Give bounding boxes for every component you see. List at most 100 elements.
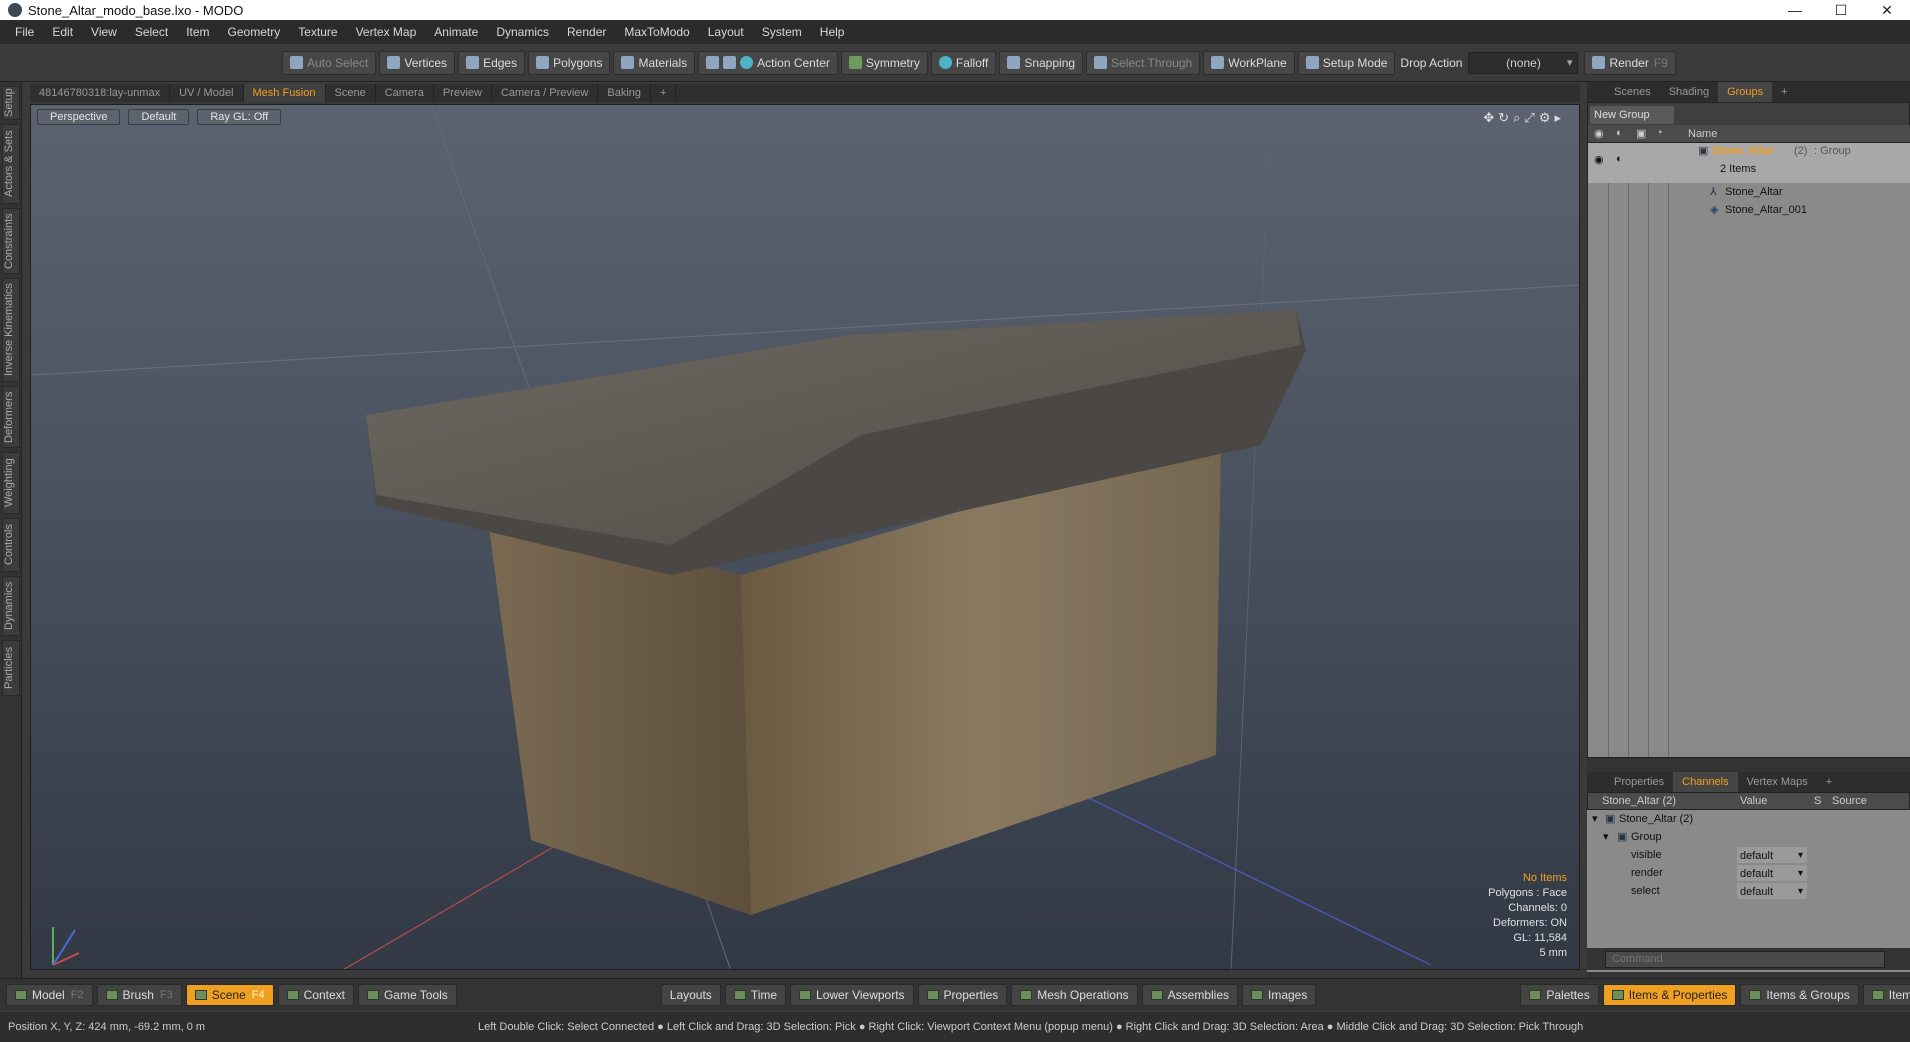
expand-icon[interactable]: ▾ (1603, 828, 1609, 846)
tab-particles[interactable]: Particles (2, 640, 20, 696)
model-layout-button[interactable]: Model F2 (6, 983, 93, 1006)
polygons-button[interactable]: Polygons (528, 50, 611, 75)
group-member-row[interactable]: ◈ Stone_Altar_001 (1588, 201, 1910, 219)
group-row[interactable]: ◉ ◐ ▣ Stone_Altar (2) : Group 2 Items (1588, 143, 1910, 183)
tab-groups[interactable]: Groups (1718, 82, 1773, 102)
menu-item[interactable]: Item (177, 25, 218, 39)
menu-help[interactable]: Help (811, 25, 854, 39)
tab-inverse-kinematics[interactable]: Inverse Kinematics (2, 278, 20, 382)
setup-mode-button[interactable]: Setup Mode (1297, 50, 1396, 75)
tab-lay-unmax[interactable]: 48146780318:lay-unmax (30, 84, 171, 102)
time-button[interactable]: Time (724, 983, 787, 1006)
layouts-button[interactable]: Layouts (660, 983, 721, 1006)
images-button[interactable]: Images (1242, 983, 1317, 1006)
tab-vertex-maps[interactable]: Vertex Maps (1738, 772, 1817, 792)
add-properties-tab-button[interactable]: + (1817, 772, 1841, 792)
tab-actors-sets[interactable]: Actors & Sets (2, 124, 20, 204)
viewport-settings-icon[interactable]: ⚙ (1539, 110, 1555, 125)
menu-animate[interactable]: Animate (425, 25, 487, 39)
lower-viewports-button[interactable]: Lower Viewports (790, 983, 914, 1006)
scene-layout-button[interactable]: Scene F4 (185, 983, 274, 1006)
channel-group-row[interactable]: ▾ ▣ Group (1587, 828, 1910, 846)
menu-system[interactable]: System (753, 25, 811, 39)
add-tab-button[interactable]: + (651, 84, 677, 102)
menu-texture[interactable]: Texture (289, 25, 346, 39)
shading-dropdown[interactable]: Default (128, 109, 190, 125)
brush-layout-button[interactable]: Brush F3 (96, 983, 182, 1006)
symmetry-button[interactable]: Symmetry (840, 50, 928, 75)
workplane-button[interactable]: WorkPlane (1203, 50, 1295, 75)
expand-icon[interactable]: ▾ (1592, 810, 1598, 828)
channel-row-render[interactable]: render default (1587, 864, 1910, 883)
channel-value-dropdown[interactable]: default (1737, 865, 1807, 883)
palettes-button[interactable]: Palettes (1520, 983, 1599, 1006)
tab-baking[interactable]: Baking (598, 84, 652, 102)
tab-shading[interactable]: Shading (1660, 82, 1718, 102)
tab-deformers[interactable]: Deformers (2, 386, 20, 448)
channel-row-visible[interactable]: visible default (1587, 846, 1910, 865)
materials-button[interactable]: Materials (613, 50, 696, 75)
menu-view[interactable]: View (82, 25, 126, 39)
new-group-button[interactable]: New Group (1590, 106, 1674, 124)
mesh-operations-button[interactable]: Mesh Operations (1011, 983, 1138, 1006)
view-type-dropdown[interactable]: Perspective (37, 109, 121, 125)
menu-dynamics[interactable]: Dynamics (487, 25, 558, 39)
viewport-menu-icon[interactable]: ▸ (1554, 110, 1565, 125)
group-render-icon[interactable]: ◐ (1616, 153, 1623, 165)
raygl-toggle[interactable]: Ray GL: Off (197, 109, 282, 125)
menu-render[interactable]: Render (558, 25, 615, 39)
tab-mesh-fusion[interactable]: Mesh Fusion (243, 84, 326, 102)
menu-vertex-map[interactable]: Vertex Map (347, 25, 426, 39)
channel-row-select[interactable]: select default (1587, 882, 1910, 901)
tab-weighting[interactable]: Weighting (2, 452, 20, 514)
action-center-button[interactable]: Action Center (698, 50, 838, 75)
menu-layout[interactable]: Layout (699, 25, 753, 39)
tab-preview[interactable]: Preview (434, 84, 492, 102)
edges-button[interactable]: Edges (458, 50, 526, 75)
menu-select[interactable]: Select (126, 25, 177, 39)
maximize-icon[interactable]: ☐ (1818, 0, 1864, 20)
snapping-button[interactable]: Snapping (999, 50, 1084, 75)
drop-action-select[interactable]: (none) (1468, 51, 1579, 74)
channel-value-dropdown[interactable]: default (1737, 883, 1807, 901)
items-groups-button[interactable]: Items & Groups (1740, 983, 1859, 1006)
tab-camera[interactable]: Camera (376, 84, 434, 102)
tab-scene[interactable]: Scene (326, 84, 376, 102)
vertices-button[interactable]: Vertices (379, 50, 456, 75)
tab-uv-model[interactable]: UV / Model (170, 84, 244, 102)
select-through-button[interactable]: Select Through (1086, 50, 1201, 75)
fit-view-icon[interactable]: ⤢ (1524, 110, 1538, 125)
add-panel-tab-button[interactable]: + (1772, 82, 1796, 102)
tab-scenes[interactable]: Scenes (1605, 82, 1660, 102)
group-member-row[interactable]: ⅄ Stone_Altar (1588, 183, 1910, 201)
channel-value-dropdown[interactable]: default (1737, 847, 1807, 865)
menu-geometry[interactable]: Geometry (219, 25, 290, 39)
tab-dynamics[interactable]: Dynamics (2, 576, 20, 636)
tab-constraints[interactable]: Constraints (2, 208, 20, 274)
render-button[interactable]: Render F9 (1584, 50, 1676, 75)
minimize-icon[interactable]: — (1772, 0, 1818, 20)
group-visibility-icon[interactable]: ◉ (1594, 153, 1604, 166)
menu-file[interactable]: File (6, 25, 43, 39)
context-layout-button[interactable]: Context (277, 983, 354, 1006)
command-input[interactable] (1605, 950, 1885, 968)
menu-edit[interactable]: Edit (43, 25, 82, 39)
menu-maxtomodo[interactable]: MaxToModo (615, 25, 698, 39)
channel-root-row[interactable]: ▾ ▣ Stone_Altar (2) (1587, 810, 1910, 828)
items-properties-button[interactable]: Items & Properties (1602, 983, 1737, 1006)
falloff-button[interactable]: Falloff (930, 50, 997, 75)
game-tools-layout-button[interactable]: Game Tools (357, 983, 457, 1006)
zoom-view-icon[interactable]: ⌕ (1513, 110, 1524, 125)
tab-channels[interactable]: Channels (1673, 772, 1738, 792)
tab-camera-preview[interactable]: Camera / Preview (492, 84, 599, 102)
tab-controls[interactable]: Controls (2, 518, 20, 572)
auto-select-button[interactable]: Auto Select (282, 50, 377, 75)
close-icon[interactable]: ✕ (1864, 0, 1910, 20)
tab-setup[interactable]: Setup (2, 86, 20, 120)
move-view-icon[interactable]: ✥ (1483, 110, 1498, 125)
3d-viewport[interactable]: Perspective Default Ray GL: Off ✥↻⌕⤢⚙▸ N… (30, 104, 1580, 970)
rotate-view-icon[interactable]: ↻ (1498, 110, 1513, 125)
tab-properties[interactable]: Properties (1605, 772, 1673, 792)
items-shading-button[interactable]: Items & Shading (1862, 983, 1910, 1006)
properties-button[interactable]: Properties (917, 983, 1008, 1006)
